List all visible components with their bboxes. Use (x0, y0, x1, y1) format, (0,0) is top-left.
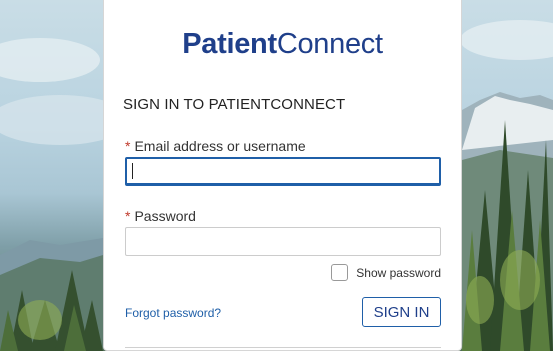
password-label: * Password (125, 208, 196, 224)
required-marker: * (125, 208, 131, 224)
required-marker: * (125, 138, 131, 154)
show-password-checkbox[interactable] (331, 264, 349, 281)
login-page: PatientConnect SIGN IN TO PATIENTCONNECT… (0, 0, 553, 351)
show-password-row: Show password (331, 264, 441, 281)
sign-in-button[interactable]: SIGN IN (362, 297, 441, 327)
email-label: * Email address or username (125, 138, 306, 154)
password-input[interactable] (125, 227, 441, 256)
logo-text-connect: Connect (276, 28, 383, 60)
forgot-password-link[interactable]: Forgot password? (125, 306, 221, 320)
login-card: PatientConnect SIGN IN TO PATIENTCONNECT… (103, 0, 462, 351)
email-input[interactable] (125, 157, 441, 186)
logo-text-patient: Patient (182, 28, 277, 60)
divider (125, 347, 441, 348)
patientconnect-logo: PatientConnect (104, 28, 461, 61)
password-label-text: Password (134, 208, 196, 224)
sign-in-heading: SIGN IN TO PATIENTCONNECT (123, 96, 346, 113)
email-label-text: Email address or username (134, 138, 306, 154)
text-cursor (132, 163, 133, 179)
show-password-label[interactable]: Show password (356, 266, 441, 280)
